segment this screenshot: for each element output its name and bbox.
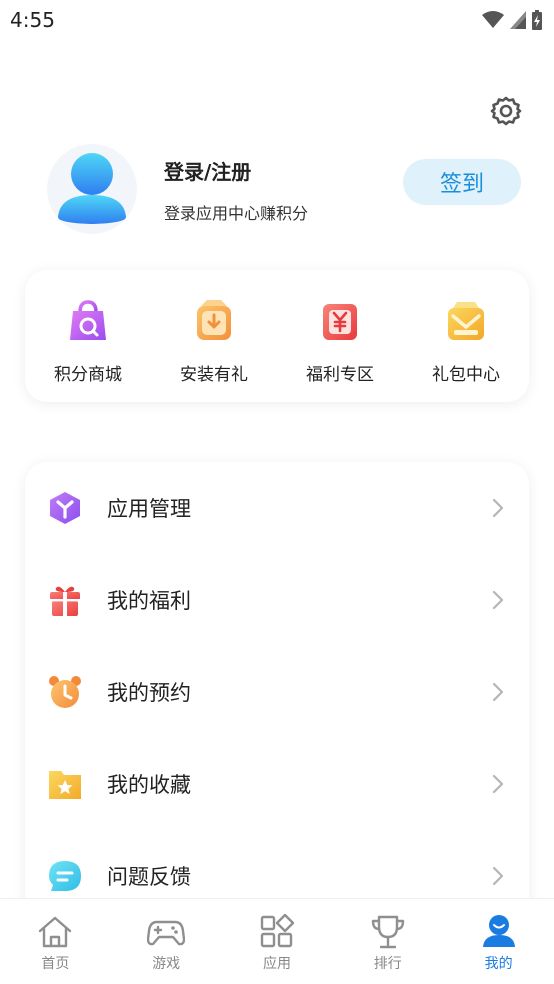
tab-label: 应用: [262, 956, 291, 972]
menu-item-label: 我的收藏: [107, 773, 191, 797]
quick-item-label: 积分商城: [54, 365, 122, 385]
quick-item-label: 礼包中心: [432, 365, 500, 385]
home-icon: [39, 916, 72, 948]
app-cube-icon: [50, 492, 80, 524]
tab-home[interactable]: 首页: [0, 899, 111, 984]
tab-games[interactable]: 游戏: [111, 899, 222, 984]
quick-item-points-mall[interactable]: 积分商城: [25, 270, 151, 402]
menu-list-card: 应用管理 我的福利 我的预约 我的收藏 问题反馈: [25, 462, 529, 922]
trophy-icon: [371, 915, 404, 949]
chevron-right-icon: [492, 498, 504, 518]
profile-section: 登录/注册 登录应用中心赚积分 签到: [0, 140, 554, 240]
menu-item-label: 应用管理: [107, 497, 191, 521]
install-box-icon: [197, 300, 231, 340]
alarm-clock-icon: [49, 676, 81, 708]
status-bar: 4:55: [0, 0, 554, 40]
tab-label: 首页: [41, 956, 70, 972]
menu-item-label: 问题反馈: [107, 865, 191, 889]
wifi-icon: [482, 11, 504, 28]
menu-item-my-reservations[interactable]: 我的预约: [25, 646, 529, 738]
gift-package-icon: [448, 302, 484, 340]
quick-item-gift-center[interactable]: 礼包中心: [403, 270, 529, 402]
gear-icon: [490, 96, 522, 126]
chat-bubble-icon: [49, 861, 81, 891]
signal-icon: [510, 11, 526, 29]
gamepad-icon: [147, 920, 186, 946]
menu-item-label: 我的预约: [107, 681, 191, 705]
red-envelope-icon: [323, 304, 357, 340]
tab-apps[interactable]: 应用: [222, 899, 333, 984]
menu-item-my-benefits[interactable]: 我的福利: [25, 554, 529, 646]
user-icon: [482, 915, 515, 947]
system-icons: [482, 10, 542, 30]
tab-label: 我的: [484, 956, 513, 972]
settings-button[interactable]: [488, 93, 524, 129]
login-subtitle: 登录应用中心赚积分: [164, 204, 309, 223]
chevron-right-icon: [492, 774, 504, 794]
chevron-right-icon: [492, 866, 504, 886]
status-time: 4:55: [10, 8, 55, 32]
quick-item-welfare-zone[interactable]: 福利专区: [277, 270, 403, 402]
menu-item-app-management[interactable]: 应用管理: [25, 462, 529, 554]
star-folder-icon: [49, 771, 81, 799]
tab-mine[interactable]: 我的: [443, 899, 554, 984]
quick-item-label: 安装有礼: [180, 365, 248, 385]
menu-item-my-favorites[interactable]: 我的收藏: [25, 738, 529, 830]
signin-button[interactable]: 签到: [403, 159, 521, 205]
avatar[interactable]: [46, 143, 138, 235]
tab-label: 排行: [373, 956, 402, 972]
quick-item-install-gift[interactable]: 安装有礼: [151, 270, 277, 402]
quick-item-label: 福利专区: [306, 365, 374, 385]
tab-ranking[interactable]: 排行: [332, 899, 443, 984]
login-register-link[interactable]: 登录/注册: [164, 156, 251, 185]
apps-grid-icon: [260, 913, 295, 948]
chevron-right-icon: [492, 590, 504, 610]
shopping-bag-icon: [70, 300, 106, 340]
quick-actions-card: 积分商城 安装有礼 福利专区 礼包中心: [25, 270, 529, 402]
tab-label: 游戏: [152, 956, 181, 972]
gift-icon: [50, 586, 80, 616]
bottom-tab-bar: 首页 游戏 应用 排行 我的: [0, 898, 554, 984]
battery-charging-icon: [532, 10, 542, 30]
chevron-right-icon: [492, 682, 504, 702]
menu-item-label: 我的福利: [107, 589, 191, 613]
